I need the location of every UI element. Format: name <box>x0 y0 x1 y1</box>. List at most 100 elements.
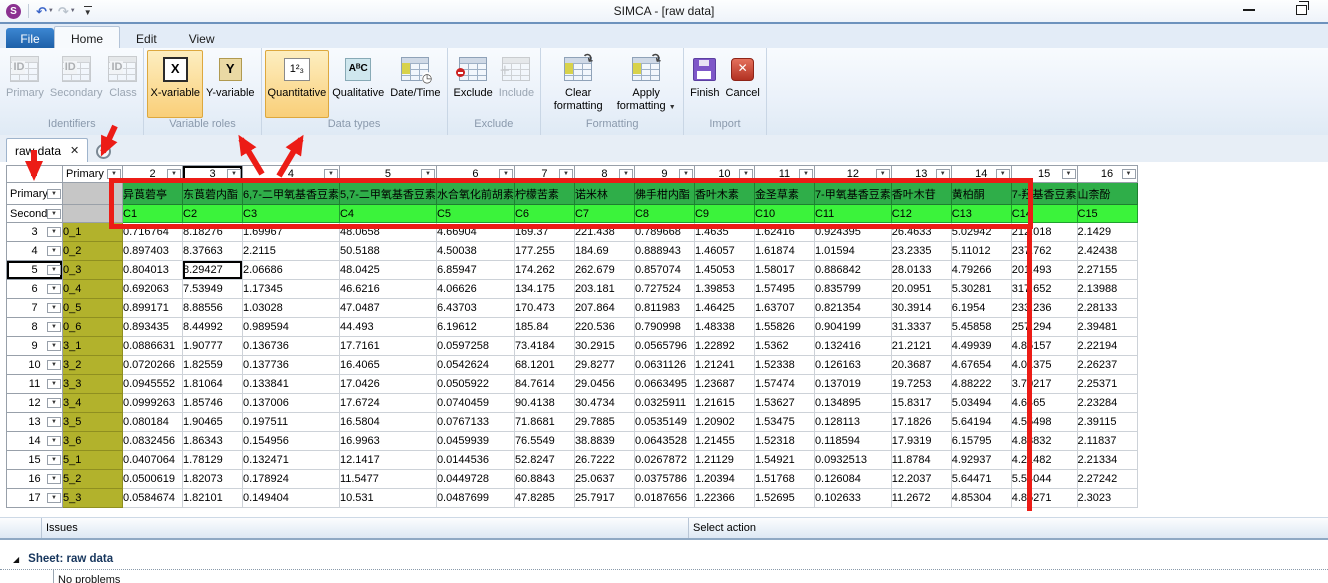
observation-id-cell[interactable]: 3_3 <box>63 375 123 394</box>
data-cell[interactable]: 0.899171 <box>123 299 183 318</box>
data-cell[interactable]: 0.126163 <box>814 356 891 375</box>
chevron-down-icon[interactable]: ▼ <box>1062 169 1076 179</box>
variable-name-cell[interactable]: 金圣草素 <box>754 183 814 205</box>
data-cell[interactable]: 0.0375786 <box>634 470 694 489</box>
issues-pane-header[interactable]: Issues <box>42 518 688 538</box>
cancel-button[interactable]: ✕ Cancel <box>723 50 763 118</box>
observation-id-cell[interactable]: 3_5 <box>63 413 123 432</box>
chevron-down-icon[interactable]: ▼ <box>47 360 61 370</box>
data-cell[interactable]: 4.49939 <box>951 337 1011 356</box>
data-cell[interactable]: 71.8681 <box>514 413 574 432</box>
data-cell[interactable]: 0.134895 <box>814 394 891 413</box>
data-cell[interactable]: 2.13988 <box>1077 280 1137 299</box>
data-cell[interactable]: 60.8843 <box>514 470 574 489</box>
data-cell[interactable]: 1.86343 <box>183 432 243 451</box>
data-cell[interactable]: 170.473 <box>514 299 574 318</box>
data-cell[interactable]: 5.11012 <box>951 242 1011 261</box>
data-cell[interactable]: 0.893435 <box>123 318 183 337</box>
data-cell[interactable]: 4.67654 <box>951 356 1011 375</box>
data-cell[interactable]: 0.0459939 <box>436 432 514 451</box>
column-header-8[interactable]: 8▼ <box>574 166 634 183</box>
variable-id-cell[interactable]: C9 <box>694 205 754 223</box>
data-cell[interactable]: 20.3687 <box>891 356 951 375</box>
observation-id-cell[interactable]: 5_3 <box>63 489 123 508</box>
variable-name-cell[interactable]: 水合氧化前胡素 <box>436 183 514 205</box>
data-cell[interactable]: 0.136736 <box>243 337 340 356</box>
data-cell[interactable]: 1.53627 <box>754 394 814 413</box>
data-cell[interactable]: 8.29427 <box>183 261 243 280</box>
row-label-secondary[interactable]: Second▼ <box>7 205 63 223</box>
chevron-down-icon[interactable]: ▼ <box>1122 169 1136 179</box>
observation-id-cell[interactable]: 0_2 <box>63 242 123 261</box>
data-cell[interactable]: 177.255 <box>514 242 574 261</box>
data-cell[interactable]: 5.45858 <box>951 318 1011 337</box>
chevron-down-icon[interactable]: ▼ <box>799 169 813 179</box>
row-header-7[interactable]: 7▼ <box>7 299 63 318</box>
variable-id-cell[interactable]: C11 <box>814 205 891 223</box>
clear-formatting-button[interactable]: ↷ Clear formatting <box>544 50 612 118</box>
data-cell[interactable]: 2.2115 <box>243 242 340 261</box>
data-cell[interactable]: 0.0767133 <box>436 413 514 432</box>
variable-name-cell[interactable]: 黄柏酮 <box>951 183 1011 205</box>
data-cell[interactable]: 20.0951 <box>891 280 951 299</box>
corner-cell[interactable] <box>7 166 63 183</box>
data-cell[interactable]: 17.6724 <box>339 394 436 413</box>
data-cell[interactable]: 0.0505922 <box>436 375 514 394</box>
data-cell[interactable]: 1.5362 <box>754 337 814 356</box>
data-cell[interactable]: 1.20902 <box>694 413 754 432</box>
data-cell[interactable]: 0.692063 <box>123 280 183 299</box>
data-cell[interactable]: 2.23284 <box>1077 394 1137 413</box>
data-cell[interactable]: 0.0565796 <box>634 337 694 356</box>
data-cell[interactable]: 0.197511 <box>243 413 340 432</box>
class-id-button[interactable]: ID Class <box>105 50 140 118</box>
row-header-16[interactable]: 16▼ <box>7 470 63 489</box>
data-cell[interactable]: 201.493 <box>1011 261 1077 280</box>
data-cell[interactable]: 4.01375 <box>1011 356 1077 375</box>
chevron-down-icon[interactable]: ▼ <box>679 169 693 179</box>
data-cell[interactable]: 0.835799 <box>814 280 891 299</box>
data-cell[interactable]: 4.66904 <box>436 223 514 242</box>
column-header-7[interactable]: 7▼ <box>514 166 574 183</box>
observation-id-cell[interactable]: 5_2 <box>63 470 123 489</box>
chevron-down-icon[interactable]: ▼ <box>47 398 61 408</box>
variable-id-cell[interactable]: C5 <box>436 205 514 223</box>
data-cell[interactable]: 0.0407064 <box>123 451 183 470</box>
data-cell[interactable]: 2.1429 <box>1077 223 1137 242</box>
data-cell[interactable]: 2.25371 <box>1077 375 1137 394</box>
data-cell[interactable]: 2.39481 <box>1077 318 1137 337</box>
data-cell[interactable]: 0.857074 <box>634 261 694 280</box>
data-cell[interactable]: 16.4065 <box>339 356 436 375</box>
data-cell[interactable]: 0.0187656 <box>634 489 694 508</box>
data-cell[interactable]: 257.294 <box>1011 318 1077 337</box>
data-cell[interactable]: 4.85304 <box>951 489 1011 508</box>
data-cell[interactable]: 1.52318 <box>754 432 814 451</box>
data-cell[interactable]: 2.06686 <box>243 261 340 280</box>
simca-logo-icon[interactable]: S <box>6 4 21 19</box>
data-cell[interactable]: 7.53949 <box>183 280 243 299</box>
row-header-3[interactable]: 3▼ <box>7 223 63 242</box>
data-cell[interactable]: 0.0542624 <box>436 356 514 375</box>
qualitative-button[interactable]: AᴮC Qualitative <box>329 50 387 118</box>
chevron-down-icon[interactable]: ▼ <box>47 417 61 427</box>
chevron-down-icon[interactable]: ▼ <box>47 189 61 199</box>
data-cell[interactable]: 1.23687 <box>694 375 754 394</box>
data-cell[interactable]: 4.21482 <box>1011 451 1077 470</box>
chevron-down-icon[interactable]: ▼ <box>499 169 513 179</box>
data-cell[interactable]: 317.652 <box>1011 280 1077 299</box>
data-cell[interactable]: 0.132471 <box>243 451 340 470</box>
observation-id-cell[interactable]: 0_3 <box>63 261 123 280</box>
data-cell[interactable]: 0.904199 <box>814 318 891 337</box>
data-cell[interactable]: 0.0886631 <box>123 337 183 356</box>
data-cell[interactable]: 84.7614 <box>514 375 574 394</box>
data-cell[interactable]: 23.2335 <box>891 242 951 261</box>
data-cell[interactable]: 0.897403 <box>123 242 183 261</box>
column-header-15[interactable]: 15▼ <box>1011 166 1077 183</box>
data-cell[interactable]: 1.17345 <box>243 280 340 299</box>
data-cell[interactable]: 25.0637 <box>574 470 634 489</box>
data-cell[interactable]: 1.22366 <box>694 489 754 508</box>
data-cell[interactable]: 4.85271 <box>1011 489 1077 508</box>
data-cell[interactable]: 237.762 <box>1011 242 1077 261</box>
data-cell[interactable]: 0.128113 <box>814 413 891 432</box>
variable-id-cell[interactable]: C6 <box>514 205 574 223</box>
row-header-11[interactable]: 11▼ <box>7 375 63 394</box>
